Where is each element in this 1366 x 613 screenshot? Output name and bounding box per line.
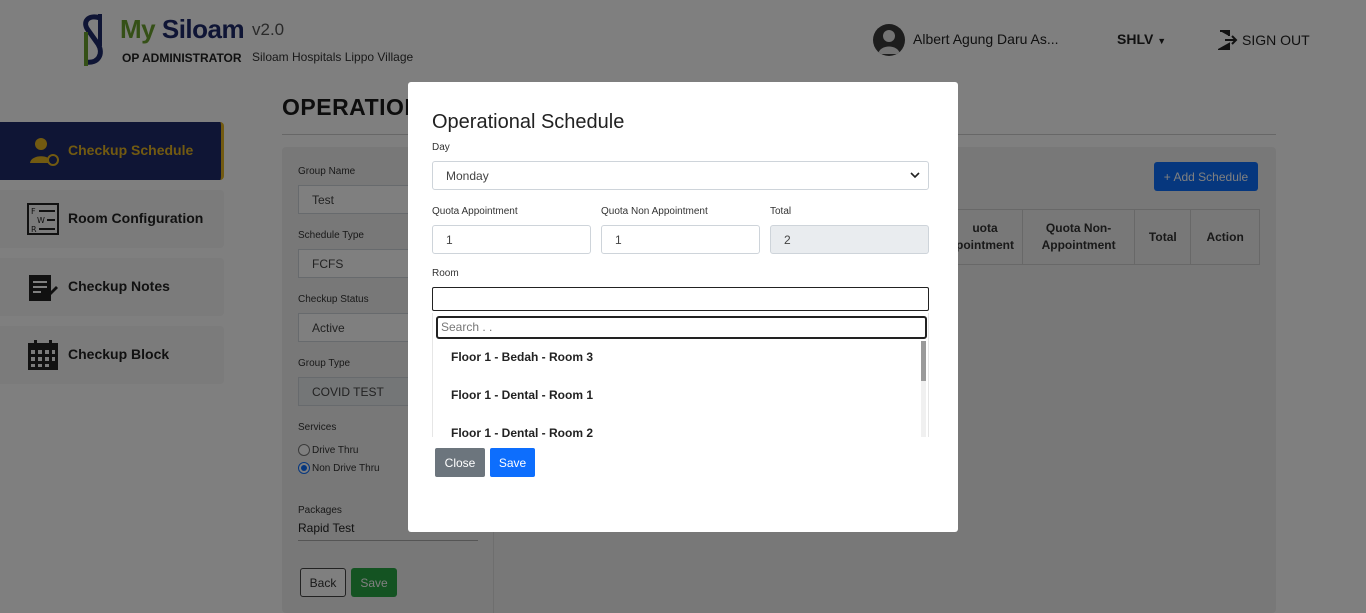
close-button[interactable]: Close (435, 448, 485, 477)
operational-schedule-modal: Operational Schedule Day Monday Quota Ap… (408, 82, 958, 532)
quota-appointment-label: Quota Appointment (432, 206, 518, 217)
quota-appointment-input[interactable]: 1 (432, 225, 591, 254)
room-option[interactable]: Floor 1 - Dental - Room 2 (451, 426, 593, 437)
day-value: Monday (446, 169, 489, 183)
room-label: Room (432, 268, 459, 279)
dropdown-scroll-thumb[interactable] (921, 341, 926, 381)
room-select[interactable] (432, 287, 929, 311)
day-label: Day (432, 142, 450, 153)
total-label: Total (770, 206, 792, 217)
quota-non-appointment-label: Quota Non Appointment (601, 206, 708, 217)
save-button[interactable]: Save (490, 448, 535, 477)
chevron-down-icon (910, 172, 920, 179)
quota-non-appointment-input[interactable]: 1 (601, 225, 760, 254)
room-option[interactable]: Floor 1 - Bedah - Room 3 (451, 350, 593, 364)
total-field: 2 (770, 225, 929, 254)
room-search-input[interactable]: Search . . (436, 316, 927, 339)
modal-title: Operational Schedule (432, 111, 625, 133)
room-option[interactable]: Floor 1 - Dental - Room 1 (451, 388, 593, 402)
day-select[interactable]: Monday (432, 161, 929, 190)
room-dropdown-panel: Search . . Floor 1 - Bedah - Room 3 Floo… (432, 313, 929, 437)
